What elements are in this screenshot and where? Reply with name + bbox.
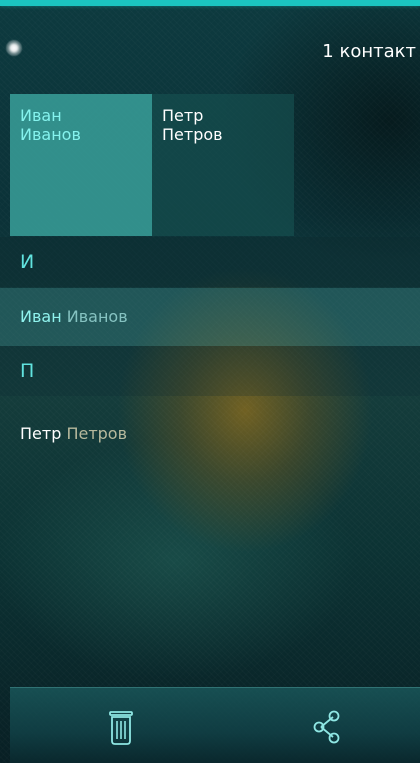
section-header-i: И xyxy=(0,237,420,287)
share-button[interactable] xyxy=(307,707,347,747)
share-icon xyxy=(310,708,344,746)
delete-button[interactable] xyxy=(101,707,141,747)
favorite-contacts-grid: Иван Иванов Петр Петров xyxy=(10,94,294,236)
favorite-last-name: Иванов xyxy=(20,125,81,144)
pulley-menu-indicator[interactable] xyxy=(6,40,22,56)
contact-last-name: Петров xyxy=(66,424,128,443)
contact-last-name: Иванов xyxy=(66,307,128,326)
section-header-p: П xyxy=(0,346,420,396)
contact-row-petr-petrov[interactable]: Петр Петров xyxy=(0,405,420,463)
bottom-action-bar xyxy=(10,687,420,763)
contact-first-name: Иван xyxy=(20,307,62,326)
favorite-contact-petr-petrov[interactable]: Петр Петров xyxy=(152,94,294,236)
contact-count-label: 1 контакт xyxy=(322,41,416,62)
trash-icon xyxy=(104,708,138,746)
contacts-screen: 1 контакт Иван Иванов Петр Петров И Иван… xyxy=(0,0,420,763)
favorite-contact-ivan-ivanov[interactable]: Иван Иванов xyxy=(10,94,152,236)
contact-row-ivan-ivanov[interactable]: Иван Иванов xyxy=(0,288,420,346)
favorite-first-name: Иван xyxy=(20,106,62,125)
favorite-first-name: Петр xyxy=(162,106,204,125)
contact-first-name: Петр xyxy=(20,424,62,443)
top-accent-bar xyxy=(0,0,420,6)
favorite-last-name: Петров xyxy=(162,125,223,144)
